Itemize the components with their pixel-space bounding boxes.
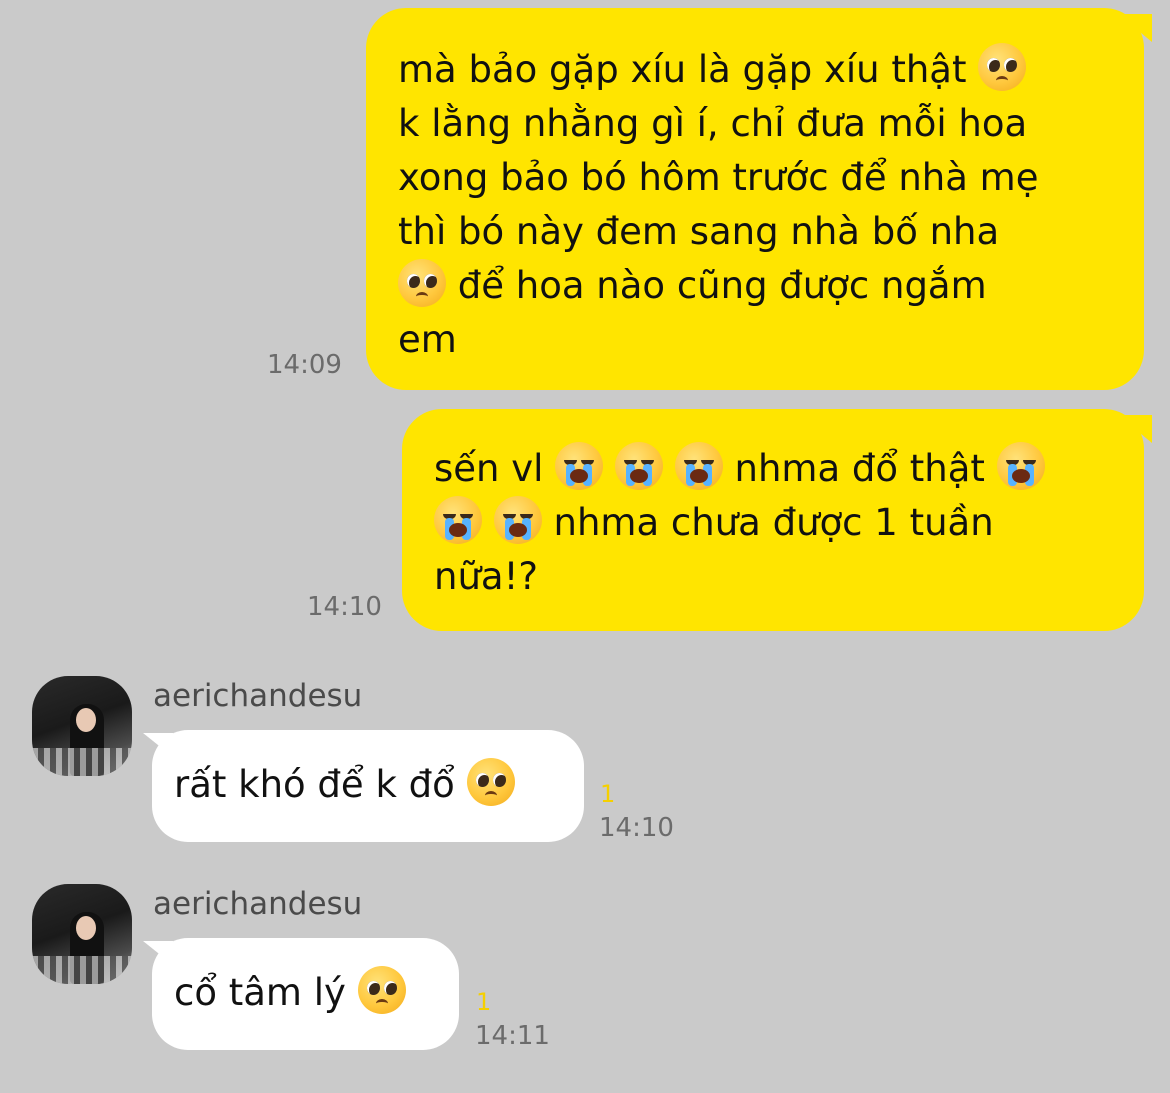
message-text: rất khó để k đổ bbox=[174, 763, 455, 806]
message-line: thì bó này đem sang nhà bố nha bbox=[398, 210, 1000, 253]
message-time: 14:09 bbox=[267, 350, 342, 380]
pleading-face-emoji bbox=[978, 43, 1027, 91]
message-line: để hoa nào cũng được ngắm bbox=[398, 259, 1112, 313]
loudly-crying-face-emoji bbox=[434, 496, 482, 544]
unread-count: 1 bbox=[600, 780, 616, 808]
loudly-crying-face-emoji bbox=[493, 496, 542, 544]
sender-avatar[interactable] bbox=[32, 676, 132, 776]
sender-avatar[interactable] bbox=[32, 884, 132, 984]
message-line: mà bảo gặp xíu là gặp xíu thật bbox=[398, 43, 1112, 97]
loudly-crying-face-emoji bbox=[674, 442, 723, 490]
sender-name: aerichandesu bbox=[153, 886, 363, 922]
pleading-face-emoji bbox=[466, 758, 515, 806]
message-line: sến vl nhma đổ thật bbox=[434, 442, 1112, 496]
pleading-face-emoji bbox=[398, 259, 446, 307]
message-line: xong bảo bó hôm trước để nhà mẹ bbox=[398, 156, 1039, 199]
message-text: cổ tâm lý bbox=[174, 971, 346, 1014]
message-time: 14:11 bbox=[475, 1021, 550, 1051]
loudly-crying-face-emoji bbox=[996, 442, 1045, 490]
loudly-crying-face-emoji bbox=[614, 442, 663, 490]
message-line: nhma chưa được 1 tuần bbox=[434, 496, 1112, 550]
outgoing-message-bubble[interactable]: sến vl nhma đổ thật nhma chưa được 1 tuầ… bbox=[402, 409, 1144, 631]
unread-count: 1 bbox=[476, 988, 492, 1016]
bubble-tail bbox=[1118, 14, 1152, 42]
message-time: 14:10 bbox=[307, 592, 382, 622]
message-line: nữa!? bbox=[434, 555, 539, 598]
pleading-face-emoji bbox=[357, 966, 406, 1014]
message-line: em bbox=[398, 318, 457, 361]
incoming-message-bubble[interactable]: cổ tâm lý bbox=[152, 938, 459, 1050]
incoming-message-bubble[interactable]: rất khó để k đổ bbox=[152, 730, 584, 842]
message-time: 14:10 bbox=[599, 813, 674, 843]
bubble-tail bbox=[1118, 415, 1152, 443]
sender-name: aerichandesu bbox=[153, 678, 363, 714]
outgoing-message-bubble[interactable]: mà bảo gặp xíu là gặp xíu thật k lằng nh… bbox=[366, 8, 1144, 390]
message-line: k lằng nhằng gì í, chỉ đưa mỗi hoa bbox=[398, 102, 1028, 145]
loudly-crying-face-emoji bbox=[555, 442, 604, 490]
